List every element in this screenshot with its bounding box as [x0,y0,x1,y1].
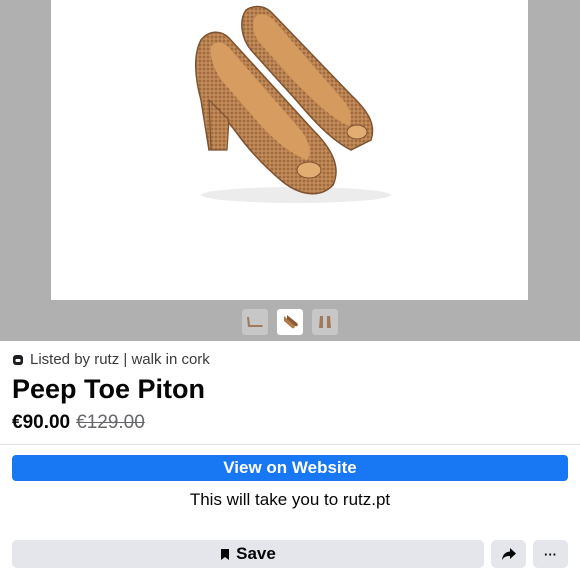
action-bar: Save ··· [12,540,568,568]
more-options-button[interactable]: ··· [533,540,568,568]
redirect-note: This will take you to rutz.pt [189,490,391,509]
thumbnail-shoe-back[interactable] [312,309,338,335]
shop-icon [13,354,23,365]
listed-by-row: Listed by rutz | walk in cork [12,351,210,368]
share-button[interactable] [491,540,526,568]
thumbnail-shoe-side[interactable] [242,309,268,335]
save-label: Save [236,544,276,563]
product-title: Peep Toe Piton [12,374,206,404]
original-price: €129.00 [76,412,145,433]
bookmark-icon [221,548,230,560]
view-on-website-button[interactable]: View on Website [12,455,568,481]
product-gallery [0,0,580,341]
shoe-back-icon [319,316,331,328]
current-price: €90.00 [12,412,71,433]
save-button[interactable]: Save [12,540,484,568]
divider [0,444,580,445]
shoe-side-icon [247,317,263,327]
main-product-image[interactable] [51,0,528,300]
price-row: €90.00 €129.00 [12,412,145,434]
listed-by-text[interactable]: Listed by rutz | walk in cork [30,351,210,368]
listing-details: Listed by rutz | walk in cork Peep Toe P… [0,341,580,580]
cork-peep-toe-shoes-image [195,5,391,203]
share-arrow-icon [501,548,516,560]
shoe-pair-icon [284,315,298,329]
thumbnail-strip [0,309,580,335]
thumbnail-shoe-pair[interactable] [277,309,303,335]
